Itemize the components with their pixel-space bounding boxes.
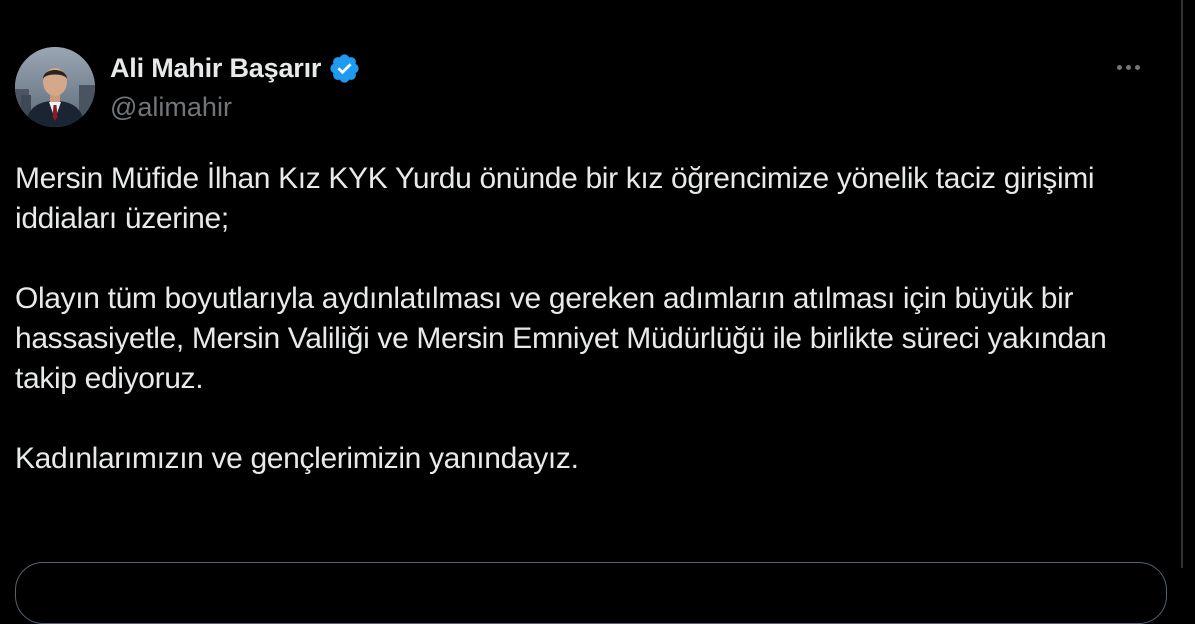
avatar[interactable] xyxy=(15,47,95,127)
tweet-paragraph: Mersin Müfide İlhan Kız KYK Yurdu önünde… xyxy=(15,162,1095,235)
more-dot xyxy=(1125,64,1131,70)
tweet-paragraph: Olayın tüm boyutlarıyla aydınlatılması v… xyxy=(15,282,1107,395)
tweet-header: Ali Mahir Başarır @alimahir xyxy=(110,50,361,123)
author-display-name[interactable]: Ali Mahir Başarır xyxy=(110,53,321,84)
tweet-paragraph: Kadınlarımızın ve gençlerimizin yanınday… xyxy=(15,442,579,475)
more-dot xyxy=(1116,64,1122,70)
more-dot xyxy=(1134,64,1140,70)
more-options-icon[interactable] xyxy=(1108,54,1148,80)
column-divider xyxy=(1181,0,1183,568)
embedded-card[interactable] xyxy=(15,562,1167,624)
verified-badge-icon[interactable] xyxy=(328,52,361,85)
tweet-text: Mersin Müfide İlhan Kız KYK Yurdu önünde… xyxy=(15,159,1165,479)
author-name-row: Ali Mahir Başarır xyxy=(110,50,361,86)
avatar-photo xyxy=(15,47,95,127)
author-handle[interactable]: @alimahir xyxy=(110,92,361,123)
